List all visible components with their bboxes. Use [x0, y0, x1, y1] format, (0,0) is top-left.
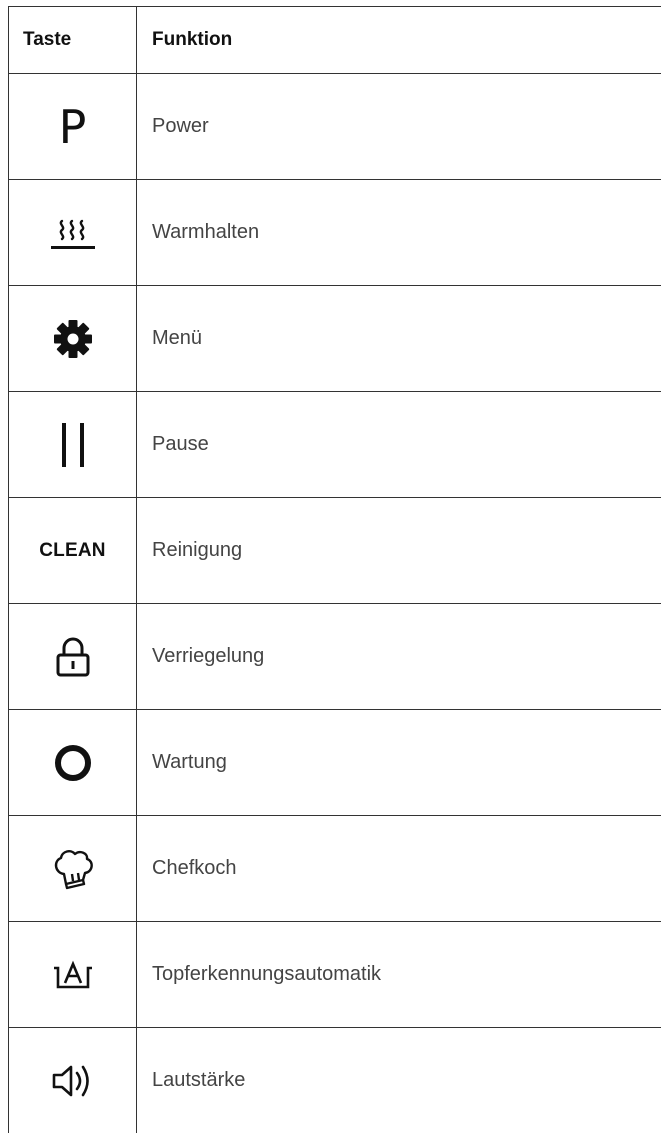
table-row: Topferkennungsautomatik [8, 921, 661, 1027]
function-cell: Reinigung [137, 498, 661, 603]
p-letter-icon: P [58, 99, 87, 154]
lock-icon [55, 636, 91, 678]
function-cell: Verriegelung [137, 604, 661, 709]
clean-text-icon: CLEAN [39, 539, 106, 561]
speaker-volume-icon [50, 1061, 96, 1101]
key-cell: P [8, 74, 137, 179]
key-cell [8, 710, 137, 815]
key-cell: CLEAN [8, 498, 137, 603]
key-cell [8, 922, 137, 1027]
function-label: Power [152, 115, 209, 137]
header-key-label: Taste [23, 29, 72, 50]
pause-icon [60, 422, 86, 467]
table-row: Warmhalten [8, 179, 661, 285]
function-label: Verriegelung [152, 645, 265, 667]
function-label: Reinigung [152, 539, 243, 561]
function-label: Chefkoch [152, 857, 237, 879]
function-cell: Topferkennungsautomatik [137, 922, 661, 1027]
header-cell-key: Taste [8, 7, 137, 73]
table-row: Menü [8, 285, 661, 391]
function-label: Lautstärke [152, 1069, 246, 1091]
function-cell: Menü [137, 286, 661, 391]
function-cell: Power [137, 74, 661, 179]
gear-icon [53, 319, 93, 359]
function-label: Topferkennungsautomatik [152, 963, 382, 985]
key-cell [8, 1028, 137, 1133]
table-row: Wartung [8, 709, 661, 815]
key-cell [8, 286, 137, 391]
ring-icon [53, 743, 93, 783]
table-row: Pause [8, 391, 661, 497]
table-row: Lautstärke [8, 1027, 661, 1133]
function-cell: Wartung [137, 710, 661, 815]
function-label: Menü [152, 327, 203, 349]
header-function-label: Funktion [152, 29, 233, 50]
key-cell [8, 180, 137, 285]
function-label: Warmhalten [152, 221, 260, 243]
table-row: P Power [8, 73, 661, 179]
function-cell: Lautstärke [137, 1028, 661, 1133]
pot-auto-detect-icon [51, 960, 95, 990]
key-cell [8, 816, 137, 921]
table-row: Chefkoch [8, 815, 661, 921]
function-key-table: Taste Funktion P Power Warmhalten Menü P… [8, 6, 661, 1133]
function-label: Wartung [152, 751, 227, 773]
table-row: Verriegelung [8, 603, 661, 709]
function-cell: Warmhalten [137, 180, 661, 285]
key-cell [8, 604, 137, 709]
function-cell: Chefkoch [137, 816, 661, 921]
warming-heat-icon [49, 213, 97, 253]
key-cell [8, 392, 137, 497]
table-row: CLEAN Reinigung [8, 497, 661, 603]
function-cell: Pause [137, 392, 661, 497]
header-cell-function: Funktion [137, 7, 661, 73]
table-header-row: Taste Funktion [8, 6, 661, 73]
function-label: Pause [152, 433, 209, 455]
chef-hat-icon [50, 846, 96, 892]
